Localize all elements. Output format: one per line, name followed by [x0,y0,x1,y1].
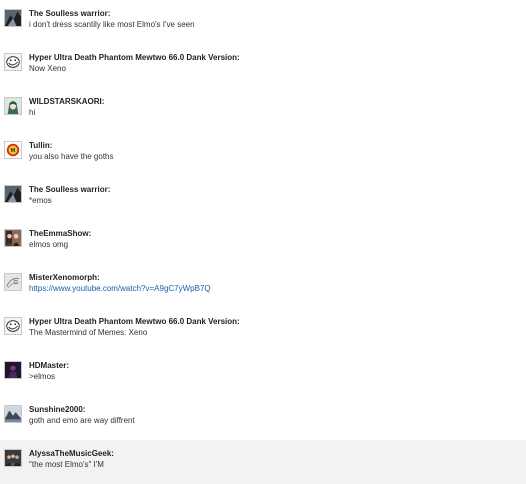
group-photo-avatar-icon[interactable] [4,449,22,467]
message-text: Now Xeno [29,64,66,73]
dark-figure-avatar-icon[interactable] [4,361,22,379]
chat-message: TheEmmaShow: elmos omg [0,220,526,264]
message-text: i don't dress scantily like most Elmo's … [29,20,195,29]
chat-message: HDMaster: >elmos [0,352,526,396]
message-text: you also have the goths [29,152,114,161]
message-username[interactable]: HDMaster: [29,361,69,370]
chat-log: The Soulless warrior: i don't dress scant… [0,0,526,484]
message-username[interactable]: Hyper Ultra Death Phantom Mewtwo 66.0 Da… [29,317,240,326]
anime-avatar-icon[interactable] [4,97,22,115]
chat-message: The Soulless warrior: *emos [0,176,526,220]
sketch-avatar-icon[interactable] [4,273,22,291]
message-link[interactable]: https://www.youtube.com/watch?v=A9gC7yWp… [29,284,211,293]
message-username[interactable]: Hyper Ultra Death Phantom Mewtwo 66.0 Da… [29,53,240,62]
message-text: *emos [29,196,52,205]
message-username[interactable]: Tullin: [29,141,52,150]
landscape-avatar-icon[interactable] [4,405,22,423]
message-username[interactable]: Sunshine2000: [29,405,85,414]
chat-message: Hyper Ultra Death Phantom Mewtwo 66.0 Da… [0,44,526,88]
chat-message: Hyper Ultra Death Phantom Mewtwo 66.0 Da… [0,308,526,352]
photo-avatar-icon[interactable] [4,229,22,247]
chat-message: WILDSTARSKAORI: hi [0,88,526,132]
chat-message: The Soulless warrior: i don't dress scant… [0,0,526,44]
message-text: elmos omg [29,240,69,249]
message-text: https://www.youtube.com/watch?v=A9gC7yWp… [29,284,211,293]
message-text: hi [29,108,36,117]
message-text: "the most Elmo's" I'M [29,460,104,469]
message-username[interactable]: TheEmmaShow: [29,229,91,238]
warrior-avatar-icon[interactable] [4,9,22,27]
meme-face-avatar-icon[interactable] [4,53,22,71]
message-username[interactable]: MisterXenomorph: [29,273,100,282]
message-text: >elmos [29,372,56,381]
chat-message: AlyssaTheMusicGeek: "the most Elmo's" I'M [0,440,526,484]
meme-face-avatar-icon[interactable] [4,317,22,335]
svg-text:H: H [11,148,15,154]
chat-message: MisterXenomorph: https://www.youtube.com/… [0,264,526,308]
message-username[interactable]: The Soulless warrior: [29,9,110,18]
message-text: goth and emo are way diffrent [29,416,135,425]
message-username[interactable]: AlyssaTheMusicGeek: [29,449,114,458]
warrior-avatar-icon[interactable] [4,185,22,203]
chat-message: H Tullin: you also have the goths [0,132,526,176]
message-username[interactable]: WILDSTARSKAORI: [29,97,104,106]
emblem-avatar-icon[interactable]: H [4,141,22,159]
message-username[interactable]: The Soulless warrior: [29,185,110,194]
chat-message: Sunshine2000: goth and emo are way diffre… [0,396,526,440]
message-text: The Mastermind of Memes: Xeno [29,328,148,337]
